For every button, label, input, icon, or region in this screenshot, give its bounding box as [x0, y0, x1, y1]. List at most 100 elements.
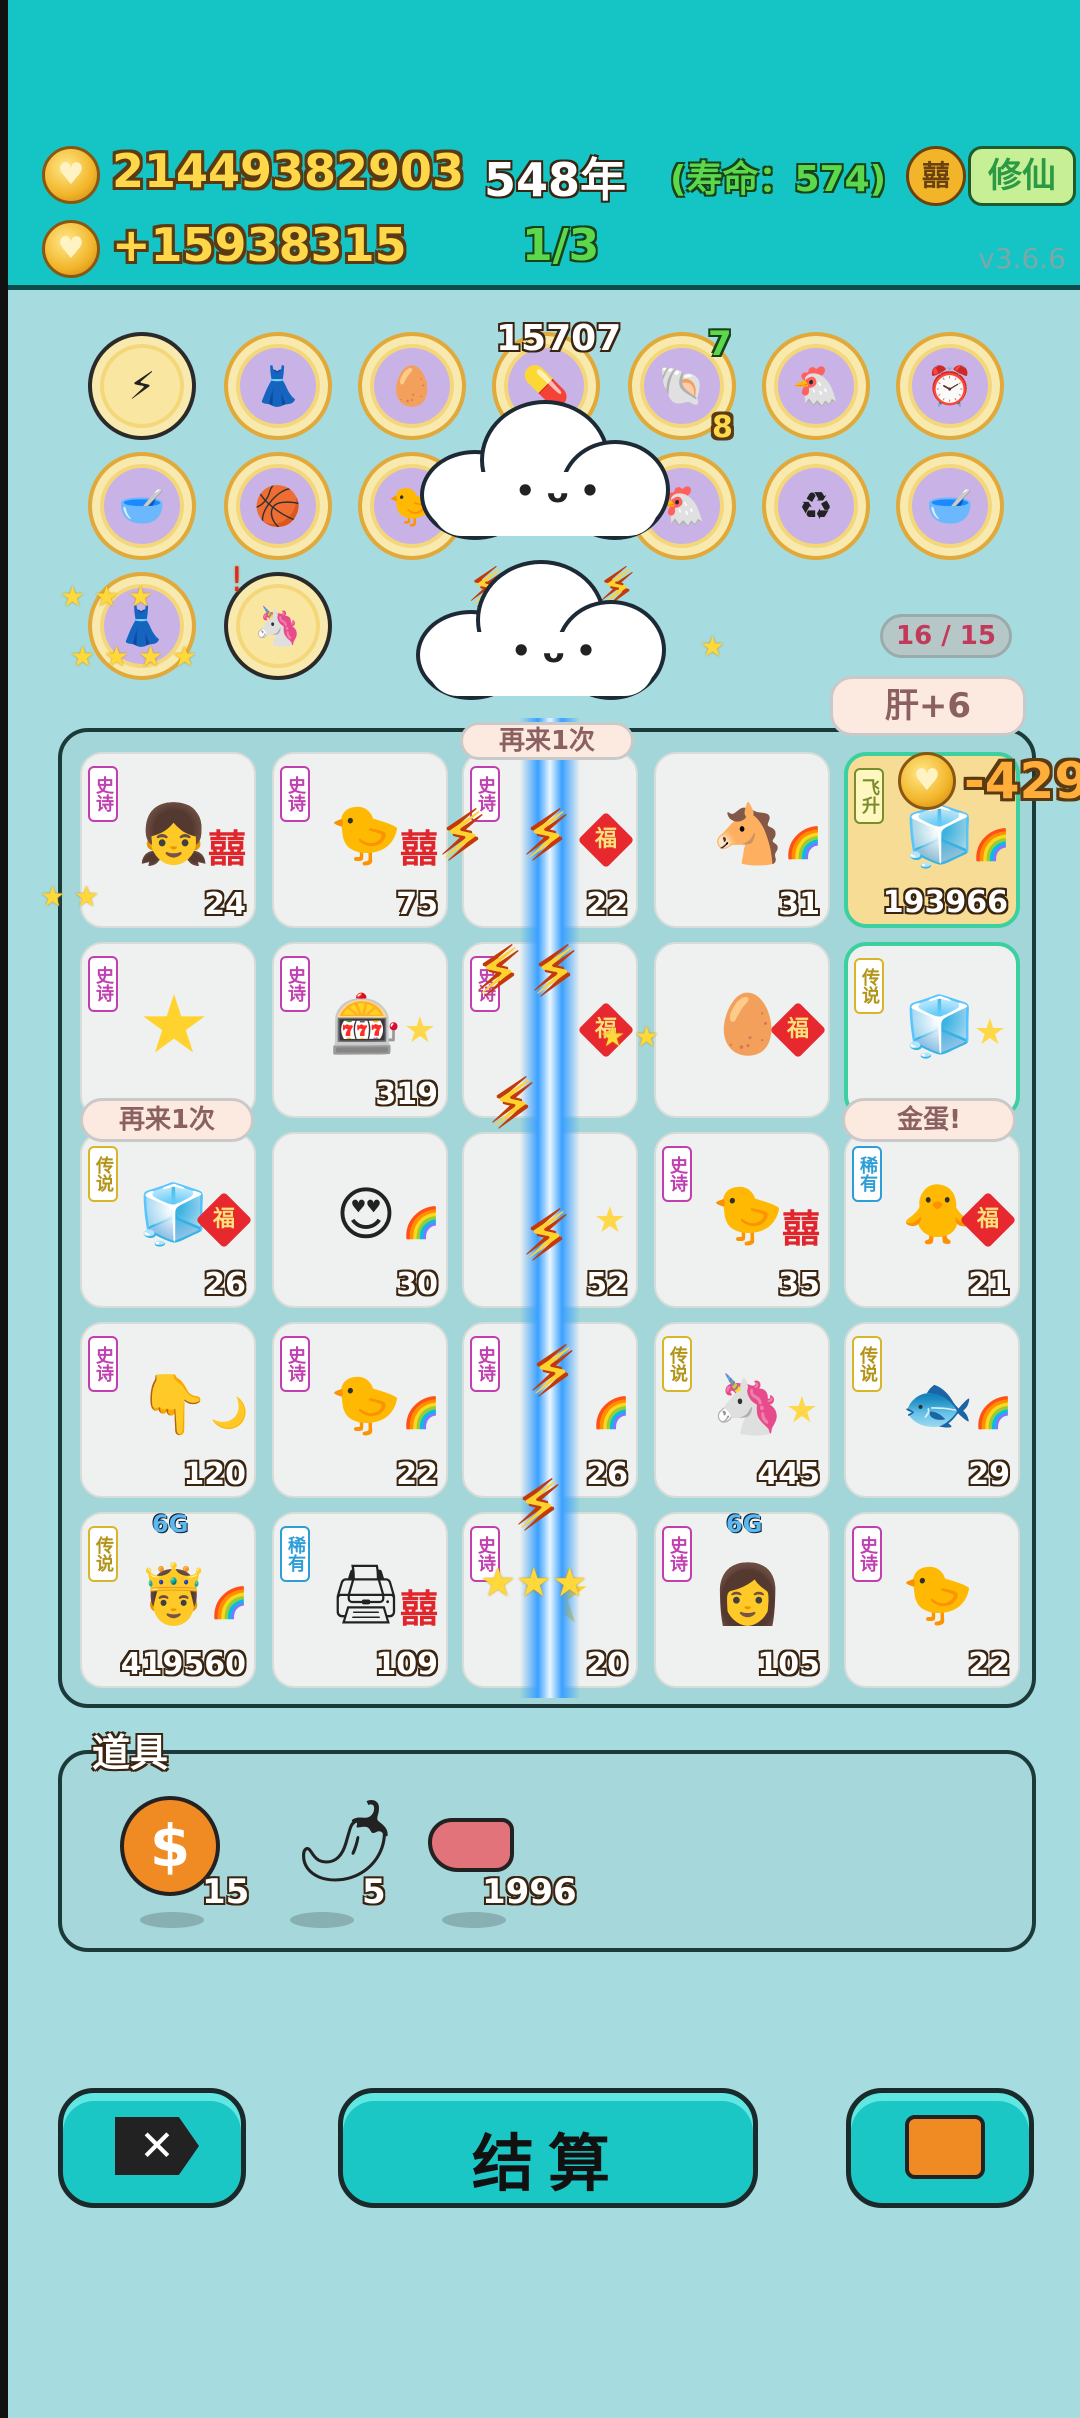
grid-cell[interactable]: 传说 🧊 福 26 — [80, 1132, 256, 1308]
double-happiness-icon: 囍 — [399, 1587, 438, 1631]
rarity-tag: 史诗 — [280, 956, 310, 1012]
moon-icon: 🌙 — [210, 1396, 248, 1431]
liver-icon[interactable] — [428, 1818, 514, 1872]
years-counter: 548年 — [484, 153, 627, 207]
grid-cell[interactable]: 史诗 🎰 ★ 319 — [272, 942, 448, 1118]
relic-counter-small: 7 — [708, 324, 732, 364]
grid-cell[interactable]: 传说 🦄 ★ 445 — [654, 1322, 830, 1498]
rarity-tag: 传说 — [88, 1146, 118, 1202]
grid-cell[interactable]: 史诗 🐤 🌈 22 — [272, 1322, 448, 1498]
grid-cell[interactable]: 🐴 🌈 31 — [654, 752, 830, 928]
grey-hair-bird-icon: 🐤 — [329, 1369, 403, 1438]
sparkle-stars: ★ ★ ★ ★ — [70, 640, 198, 673]
tool-count: 1996 — [482, 1872, 577, 1912]
rarity-tag: 传说 — [662, 1336, 692, 1392]
relic-chicken[interactable]: 🐔 — [762, 332, 870, 440]
treasure-icon[interactable]: 囍 — [906, 146, 966, 206]
relic-bowls-2[interactable]: 🥣 — [896, 452, 1004, 560]
grid-cell[interactable]: 传说 🐟 🌈 29 — [844, 1322, 1020, 1498]
sparkle-stars: ★ ★ — [600, 1020, 660, 1053]
cell-count: 75 — [396, 887, 438, 922]
xiuxian-button[interactable]: 修仙 — [968, 146, 1076, 206]
cell-count: 24 — [204, 887, 246, 922]
coin-icon — [898, 752, 956, 810]
cloud-icon: • ᴗ • — [416, 560, 666, 710]
rarity-tag: 史诗 — [662, 1526, 692, 1582]
chicken-icon: 🐔 — [778, 348, 854, 424]
cloud-icon: • ᴗ • — [420, 400, 670, 550]
rainbow-icon: 🌈 — [972, 828, 1010, 863]
skirt-icon: 👗 — [240, 348, 316, 424]
coins-rate: +15938315 — [112, 218, 407, 272]
grid-cell[interactable]: 史诗 👇 🌙 120 — [80, 1322, 256, 1498]
liver-bonus-bubble: 肝+6 — [830, 676, 1026, 736]
rainbow-icon: 🌈 — [210, 1586, 248, 1621]
lightning-bolt-icon: ⚡ — [440, 800, 485, 874]
relic-lightning[interactable]: ⚡ — [88, 332, 196, 440]
star-icon: ★ — [973, 1012, 1006, 1053]
star-burst-icon: ★ — [138, 977, 210, 1071]
rainbow-icon: 🌈 — [402, 1396, 440, 1431]
grid-cell[interactable]: 史诗 ★ — [80, 942, 256, 1118]
cell-count: 22 — [586, 887, 628, 922]
rarity-tag: 传说 — [88, 1526, 118, 1582]
close-button[interactable]: ✕ — [58, 2088, 246, 2208]
bowls-icon: 🥣 — [104, 468, 180, 544]
man-face-icon: 😍 — [335, 1180, 397, 1248]
left-edge — [0, 0, 8, 2418]
grid-cell[interactable]: 稀有 🐥 福 21 — [844, 1132, 1020, 1308]
cell-count: 26 — [204, 1267, 246, 1302]
grid-cell[interactable]: 史诗 🐤 囍 35 — [654, 1132, 830, 1308]
recycle-icon: ♻ — [778, 468, 854, 544]
round-counter: 1/3 — [522, 220, 600, 271]
cell-count: 26 — [586, 1457, 628, 1492]
grid-cell[interactable]: 史诗 6G 👩 105 — [654, 1510, 830, 1688]
rarity-tag: 飞升 — [854, 768, 884, 824]
lifespan-text: (寿命：574) — [670, 159, 887, 200]
relic-recycle[interactable]: ♻ — [762, 452, 870, 560]
again-bubble: 再来1次 — [80, 1098, 254, 1142]
horse-icon: 🐴 — [711, 799, 785, 868]
grid-cell[interactable]: 稀有 🖨 囍 109 — [272, 1512, 448, 1688]
star-icon: ★ — [593, 1200, 626, 1241]
settle-button[interactable]: 结算 — [338, 2088, 758, 2208]
grid-cell[interactable]: 史诗 🐤 囍 75 — [272, 752, 448, 928]
grid-cell[interactable]: 史诗 👧 囍 24 — [80, 752, 256, 928]
rarity-tag: 史诗 — [88, 956, 118, 1012]
relic-bowls[interactable]: 🥣 — [88, 452, 196, 560]
bowls-icon: 🥣 — [912, 468, 988, 544]
koi-fish-icon: 🐟 — [901, 1369, 975, 1438]
grid-cell[interactable]: 传说 6G 🤴 🌈 419560 — [80, 1510, 256, 1688]
fortune-badge: 福 — [769, 1001, 827, 1059]
relic-counter: 15707 — [496, 318, 622, 359]
rarity-tag: 传说 — [854, 958, 884, 1014]
version-label: v3.6.6 — [978, 242, 1066, 275]
grid-cell[interactable]: 传说 🧊 ★ — [844, 942, 1020, 1118]
sparkle-stars: ★★★ — [480, 1560, 588, 1606]
time-card-icon: ⏰ — [912, 348, 988, 424]
cell-count: 419560 — [120, 1647, 246, 1682]
lightning-bolt-icon: ⚡ — [490, 1068, 535, 1142]
relic-counter-small: 8 — [712, 410, 733, 445]
rarity-tag: 稀有 — [852, 1146, 882, 1202]
girl-braids-icon: 👩 — [711, 1559, 785, 1628]
fortune-badge: 福 — [577, 811, 635, 869]
settle-label: 结算 — [471, 2127, 624, 2200]
sparkle-stars: ★ ★ ★ — [60, 580, 154, 613]
relic-basketball[interactable]: 🏀 — [224, 452, 332, 560]
basketball-icon: 🏀 — [240, 468, 316, 544]
grid-cell[interactable]: 史诗 🐤 22 — [844, 1512, 1020, 1688]
rarity-tag: 史诗 — [662, 1146, 692, 1202]
lightning-icon: ⚡ — [104, 348, 180, 424]
grid-cell[interactable]: 😍 🌈 30 — [272, 1132, 448, 1308]
relic-time[interactable]: ⏰ — [896, 332, 1004, 440]
briefcase-button[interactable] — [846, 2088, 1034, 2208]
relic-skirt[interactable]: 👗 — [224, 332, 332, 440]
cell-count: 193966 — [882, 885, 1008, 920]
rarity-tag: 稀有 — [280, 1526, 310, 1582]
grid-cell[interactable]: 🥚 福 — [654, 942, 830, 1118]
cell-count: 319 — [375, 1077, 438, 1112]
pointing-hand-icon: 👇 — [137, 1369, 211, 1438]
cell-count: 109 — [375, 1647, 438, 1682]
rainbow-icon: 🌈 — [402, 1206, 440, 1241]
